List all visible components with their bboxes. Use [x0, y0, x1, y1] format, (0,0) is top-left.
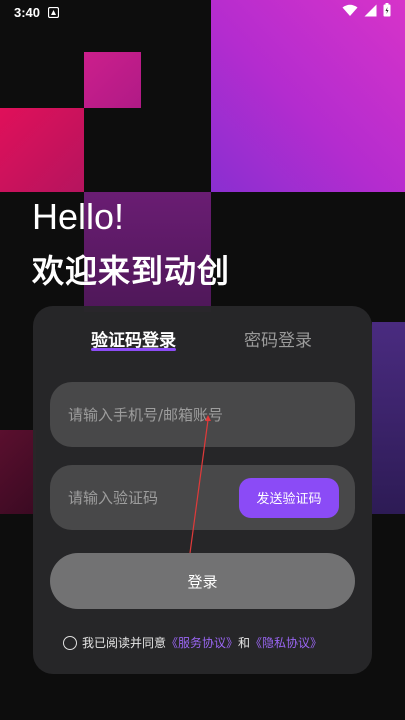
- login-tabs: 验证码登录 密码登录: [33, 306, 372, 368]
- login-button[interactable]: 登录: [50, 553, 355, 609]
- bg-block: [84, 52, 141, 108]
- battery-icon: [383, 3, 391, 21]
- notification-icon: [48, 6, 60, 18]
- bg-block: [0, 430, 36, 514]
- agreement-and: 和: [238, 636, 251, 650]
- greeting-welcome: 欢迎来到动创: [32, 252, 231, 290]
- tab-password-login[interactable]: 密码登录: [244, 326, 312, 351]
- agreement-prefix: 我已阅读并同意: [82, 636, 167, 650]
- tab-code-login[interactable]: 验证码登录: [91, 326, 176, 351]
- status-time: 3:40: [14, 4, 41, 20]
- code-input[interactable]: [68, 488, 228, 507]
- bg-block: [0, 108, 84, 192]
- radio-unchecked-icon[interactable]: [63, 635, 77, 650]
- agreement-row: 我已阅读并同意 《服务协议》 和 《隐私协议》: [63, 634, 363, 651]
- greeting-hello: Hello!: [32, 196, 125, 237]
- wifi-icon: [342, 4, 358, 21]
- signal-icon: [364, 4, 377, 21]
- status-bar: 3:40: [0, 0, 405, 24]
- code-field: 发送验证码: [50, 465, 355, 530]
- account-input[interactable]: [68, 405, 337, 424]
- service-agreement-link[interactable]: 《服务协议》: [166, 634, 238, 651]
- login-card: 验证码登录 密码登录 发送验证码 登录 我已阅读并同意 《服务协议》 和 《隐私…: [33, 306, 372, 674]
- bg-block: [211, 0, 405, 192]
- privacy-agreement-link[interactable]: 《隐私协议》: [250, 634, 322, 651]
- bg-block: [372, 322, 405, 514]
- account-field: [50, 382, 355, 447]
- send-code-button[interactable]: 发送验证码: [239, 477, 339, 518]
